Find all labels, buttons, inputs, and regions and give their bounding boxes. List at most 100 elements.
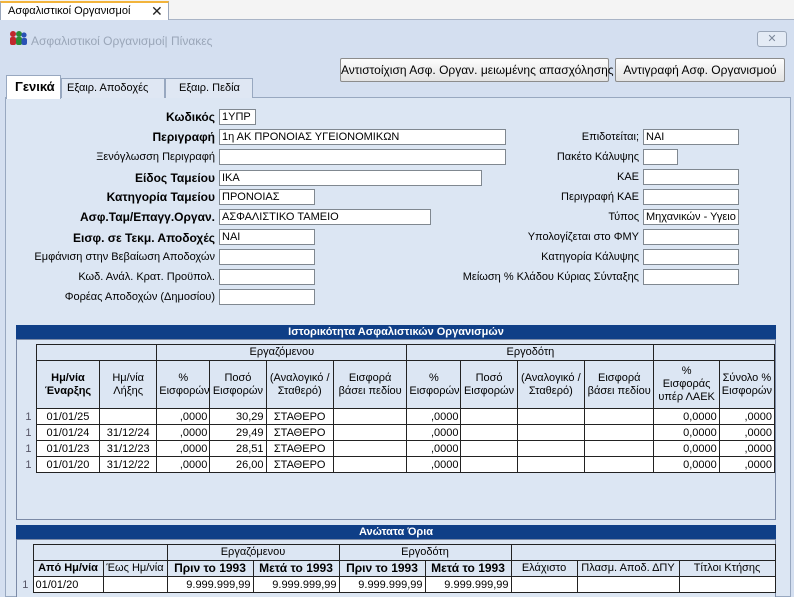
col-notional-dpy[interactable]: Πλασμ. Αποδ. ΔΠΥ (576, 560, 680, 577)
cell-er-amount[interactable] (460, 408, 518, 425)
table-row[interactable]: 1 01/01/25 ,0000 30,29 ΣΤΑΘΕΡΟ ,0000 0,0… (21, 408, 776, 425)
col-end-date[interactable]: Ημ/νία Λήξης (99, 360, 158, 409)
cell-laek-percent[interactable]: 0,0000 (653, 408, 720, 425)
cell-emp-amount[interactable]: 30,29 (209, 408, 267, 425)
pension-branch-reduction-field[interactable] (643, 269, 739, 285)
cell-er-field[interactable] (583, 408, 655, 425)
cell-minimum[interactable] (510, 576, 578, 593)
map-reduced-employment-button[interactable]: Αντιστοίχιση Ασφ. Οργαν. μειωμένης απασχ… (340, 58, 614, 82)
col-emp-before-1993[interactable]: Πριν το 1993 (166, 560, 254, 577)
cell-emp-amount[interactable]: 29,49 (209, 424, 267, 441)
calc-in-fmy-field[interactable] (643, 229, 739, 245)
cell-end[interactable]: 31/12/22 (99, 456, 158, 473)
col-start-date[interactable]: Ημ/νία Έναρξης (35, 360, 101, 409)
cell-emp-type[interactable]: ΣΤΑΘΕΡΟ (265, 408, 334, 425)
col-er-type[interactable]: (Αναλογικό / Σταθερό) (516, 360, 586, 409)
cell-total-percent[interactable]: ,0000 (718, 424, 776, 441)
cell-start[interactable]: 01/01/24 (35, 424, 101, 441)
cell-er-type[interactable] (516, 424, 586, 441)
col-emp-percent[interactable]: % Εισφορών (156, 360, 211, 409)
cell-from[interactable]: 01/01/20 (32, 576, 104, 593)
col-er-after-1993[interactable]: Μετά το 1993 (424, 560, 512, 577)
cell-er-percent[interactable]: ,0000 (406, 456, 462, 473)
cell-er-amount[interactable] (460, 440, 518, 457)
cell-to[interactable] (102, 576, 168, 593)
kae-description-field[interactable] (643, 189, 739, 205)
cell-emp-before[interactable]: 9.999.999,99 (166, 576, 254, 593)
col-laek-percent[interactable]: % Εισφοράς υπέρ ΛΑΕΚ (653, 360, 720, 409)
cell-er-type[interactable] (516, 456, 586, 473)
cell-er-after[interactable]: 9.999.999,99 (424, 576, 512, 593)
col-er-before-1993[interactable]: Πριν το 1993 (338, 560, 426, 577)
tab-exempt-fields[interactable]: Εξαιρ. Πεδία (165, 78, 253, 98)
col-er-amount[interactable]: Ποσό Εισφορών (460, 360, 518, 409)
cell-emp-after[interactable]: 9.999.999,99 (252, 576, 340, 593)
col-er-percent[interactable]: % Εισφορών (406, 360, 462, 409)
subsidized-field[interactable]: ΝΑΙ (643, 129, 739, 145)
cell-er-type[interactable] (516, 440, 586, 457)
col-to-date[interactable]: Έως Ημ/νία (102, 560, 168, 577)
col-total-percent[interactable]: Σύνολο % Εισφορών (718, 360, 776, 409)
coverage-category-field[interactable] (643, 249, 739, 265)
cell-er-amount[interactable] (460, 456, 518, 473)
table-row[interactable]: 1 01/01/24 31/12/24 ,0000 29,49 ΣΤΑΘΕΡΟ … (21, 424, 776, 441)
table-row[interactable]: 1 01/01/20 9.999.999,99 9.999.999,99 9.9… (18, 576, 776, 593)
cell-emp-percent[interactable]: ,0000 (156, 424, 211, 441)
cell-start[interactable]: 01/01/23 (35, 440, 101, 457)
col-acquisition-titles[interactable]: Τίτλοι Κτήσης (678, 560, 776, 577)
cell-emp-type[interactable]: ΣΤΑΘΕΡΟ (265, 424, 334, 441)
cell-emp-field[interactable] (332, 408, 408, 425)
cell-emp-field[interactable] (332, 456, 408, 473)
fund-category-field[interactable]: ΠΡΟΝΟΙΑΣ (219, 189, 315, 205)
cell-end[interactable]: 31/12/23 (99, 440, 158, 457)
cell-emp-field[interactable] (332, 440, 408, 457)
cell-start[interactable]: 01/01/20 (35, 456, 101, 473)
cell-laek-percent[interactable]: 0,0000 (653, 440, 720, 457)
col-from-date[interactable]: Από Ημ/νία (32, 560, 104, 577)
tab-general[interactable]: Γενικά (6, 75, 61, 99)
earnings-certificate-field[interactable] (219, 249, 315, 265)
cell-start[interactable]: 01/01/25 (35, 408, 101, 425)
col-emp-type[interactable]: (Αναλογικό / Σταθερό) (265, 360, 334, 409)
window-close-button[interactable]: ✕ (757, 31, 787, 47)
copy-insurance-org-button[interactable]: Αντιγραφή Ασφ. Οργανισμού (615, 58, 785, 82)
cell-total-percent[interactable]: ,0000 (718, 440, 776, 457)
cell-laek-percent[interactable]: 0,0000 (653, 456, 720, 473)
cell-emp-percent[interactable]: ,0000 (156, 440, 211, 457)
table-row[interactable]: 1 01/01/23 31/12/23 ,0000 28,51 ΣΤΑΘΕΡΟ … (21, 440, 776, 457)
cell-emp-amount[interactable]: 28,51 (209, 440, 267, 457)
col-emp-amount[interactable]: Ποσό Εισφορών (209, 360, 267, 409)
cell-total-percent[interactable]: ,0000 (718, 456, 776, 473)
col-er-field-contrib[interactable]: Εισφορά βάσει πεδίου (583, 360, 655, 409)
cell-er-percent[interactable]: ,0000 (406, 440, 462, 457)
code-field[interactable]: 1ΥΠΡ (219, 109, 256, 125)
cell-emp-field[interactable] (332, 424, 408, 441)
document-tab[interactable]: Ασφαλιστικοί Οργανισμοί ✕ (0, 1, 169, 20)
cell-notional[interactable] (576, 576, 680, 593)
cell-er-before[interactable]: 9.999.999,99 (338, 576, 426, 593)
type-field[interactable]: Μηχανικών - Υγειο (643, 209, 739, 225)
cell-emp-type[interactable]: ΣΤΑΘΕΡΟ (265, 456, 334, 473)
table-row[interactable]: 1 01/01/20 31/12/22 ,0000 26,00 ΣΤΑΘΕΡΟ … (21, 456, 776, 473)
cell-er-type[interactable] (516, 408, 586, 425)
cell-emp-amount[interactable]: 26,00 (209, 456, 267, 473)
cell-er-field[interactable] (583, 456, 655, 473)
cell-er-field[interactable] (583, 440, 655, 457)
col-minimum[interactable]: Ελάχιστο (510, 560, 578, 577)
cell-total-percent[interactable]: ,0000 (718, 408, 776, 425)
cell-er-percent[interactable]: ,0000 (406, 424, 462, 441)
kae-field[interactable] (643, 169, 739, 185)
tab-exempt-earnings[interactable]: Εξαιρ. Αποδοχές (61, 78, 165, 98)
cell-er-percent[interactable]: ,0000 (406, 408, 462, 425)
document-tab-close-icon[interactable]: ✕ (151, 3, 163, 20)
cell-emp-type[interactable]: ΣΤΑΘΕΡΟ (265, 440, 334, 457)
cell-laek-percent[interactable]: 0,0000 (653, 424, 720, 441)
cell-er-field[interactable] (583, 424, 655, 441)
cell-emp-percent[interactable]: ,0000 (156, 456, 211, 473)
budget-code-field[interactable] (219, 269, 315, 285)
coverage-package-field[interactable] (643, 149, 678, 165)
notional-earnings-contrib-field[interactable]: ΝΑΙ (219, 229, 315, 245)
cell-end[interactable] (99, 408, 158, 425)
cell-acquisition-titles[interactable] (678, 576, 776, 593)
public-earnings-body-field[interactable] (219, 289, 315, 305)
